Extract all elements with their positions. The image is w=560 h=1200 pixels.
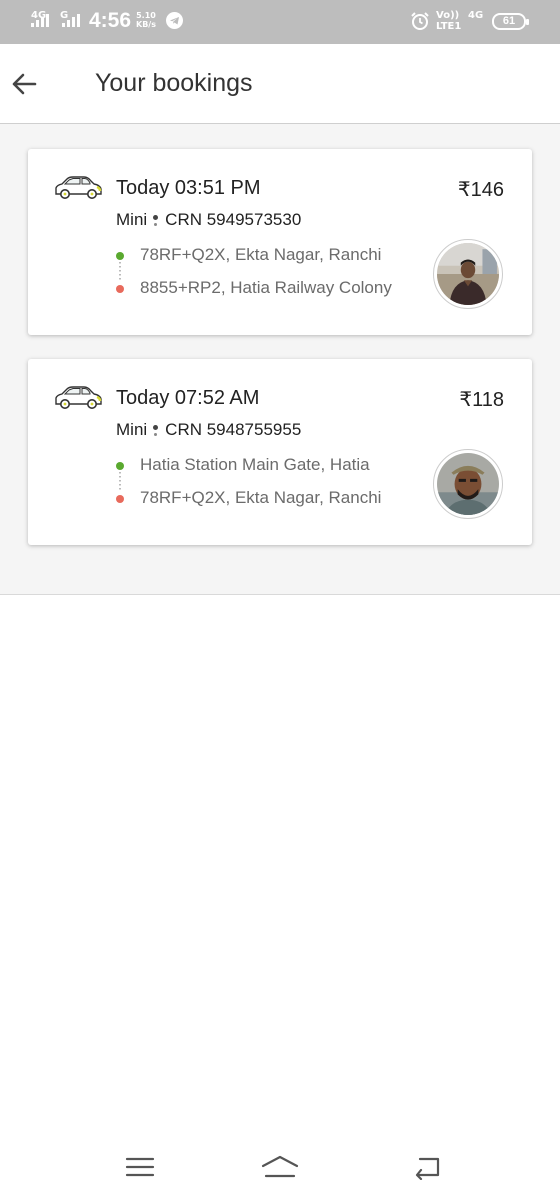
booking-card[interactable]: Today 07:52 AM ₹118 Mini CRN 5948755955 … bbox=[28, 359, 532, 545]
pickup-address: Hatia Station Main Gate, Hatia bbox=[140, 455, 370, 474]
cab-type: Mini bbox=[116, 420, 148, 439]
pickup-stop: Hatia Station Main Gate, Hatia bbox=[116, 455, 416, 492]
alarm-icon bbox=[410, 11, 430, 31]
volte-indicator: Vo)) LTE1 bbox=[436, 10, 461, 32]
arrow-left-icon bbox=[12, 73, 37, 95]
drop-address: 8855+RP2, Hatia Railway Colony bbox=[140, 278, 392, 297]
crn-number: CRN 5948755955 bbox=[165, 420, 302, 439]
pickup-address: 78RF+Q2X, Ekta Nagar, Ranchi bbox=[140, 245, 382, 264]
system-nav-bar bbox=[0, 1138, 560, 1200]
page-title: Your bookings bbox=[95, 69, 253, 97]
bookings-list: Today 03:51 PM ₹146 Mini CRN 5949573530 … bbox=[0, 124, 560, 595]
pickup-dot-icon bbox=[116, 252, 124, 260]
drop-dot-icon bbox=[116, 285, 124, 293]
booking-time: Today 07:52 AM bbox=[116, 387, 260, 409]
signal-icon bbox=[31, 14, 49, 27]
speed-unit: KB/s bbox=[136, 20, 156, 29]
car-icon bbox=[55, 176, 102, 199]
network-speed: 5.10 KB/s bbox=[136, 11, 156, 29]
app-bar: Your bookings bbox=[0, 44, 560, 124]
network-right-label: 4G bbox=[468, 10, 484, 21]
drop-stop: 78RF+Q2X, Ekta Nagar, Ranchi bbox=[116, 488, 416, 521]
home-icon bbox=[261, 1155, 299, 1178]
back-nav-button[interactable] bbox=[405, 1150, 449, 1184]
menu-button[interactable] bbox=[118, 1150, 162, 1184]
pickup-stop: 78RF+Q2X, Ekta Nagar, Ranchi bbox=[116, 245, 416, 282]
separator-icon bbox=[153, 424, 159, 436]
driver-photo bbox=[437, 453, 499, 515]
clock: 4:56 bbox=[89, 9, 132, 32]
booking-fare: ₹146 bbox=[457, 179, 504, 201]
cab-type: Mini bbox=[116, 210, 148, 229]
volte-label: Vo)) bbox=[436, 10, 460, 21]
route: Hatia Station Main Gate, Hatia 78RF+Q2X,… bbox=[116, 455, 416, 521]
car-icon bbox=[55, 386, 102, 409]
driver-avatar bbox=[433, 239, 503, 309]
battery-level: 61 bbox=[502, 15, 516, 27]
drop-dot-icon bbox=[116, 495, 124, 503]
battery-icon: 61 bbox=[492, 13, 529, 30]
lte-label: LTE1 bbox=[436, 21, 462, 32]
menu-icon bbox=[125, 1157, 155, 1177]
drop-address: 78RF+Q2X, Ekta Nagar, Ranchi bbox=[140, 488, 382, 507]
booking-card[interactable]: Today 03:51 PM ₹146 Mini CRN 5949573530 … bbox=[28, 149, 532, 335]
booking-time: Today 03:51 PM bbox=[116, 177, 261, 199]
status-bar: 4G G 4:56 5.10 KB/s Vo)) LTE1 4G 61 bbox=[0, 0, 560, 44]
drop-stop: 8855+RP2, Hatia Railway Colony bbox=[116, 278, 416, 311]
pickup-dot-icon bbox=[116, 462, 124, 470]
speed-value: 5.10 bbox=[136, 11, 156, 20]
cab-info: Mini CRN 5949573530 bbox=[116, 210, 301, 230]
driver-avatar bbox=[433, 449, 503, 519]
route: 78RF+Q2X, Ekta Nagar, Ranchi 8855+RP2, H… bbox=[116, 245, 416, 311]
signal-icon bbox=[62, 14, 80, 27]
cab-info: Mini CRN 5948755955 bbox=[116, 420, 301, 440]
back-button[interactable] bbox=[4, 62, 44, 106]
telegram-icon bbox=[166, 12, 183, 29]
driver-photo bbox=[437, 243, 499, 305]
booking-fare: ₹118 bbox=[459, 389, 504, 411]
separator-icon bbox=[153, 214, 159, 226]
home-button[interactable] bbox=[258, 1150, 302, 1184]
back-icon bbox=[415, 1157, 440, 1180]
crn-number: CRN 5949573530 bbox=[165, 210, 302, 229]
